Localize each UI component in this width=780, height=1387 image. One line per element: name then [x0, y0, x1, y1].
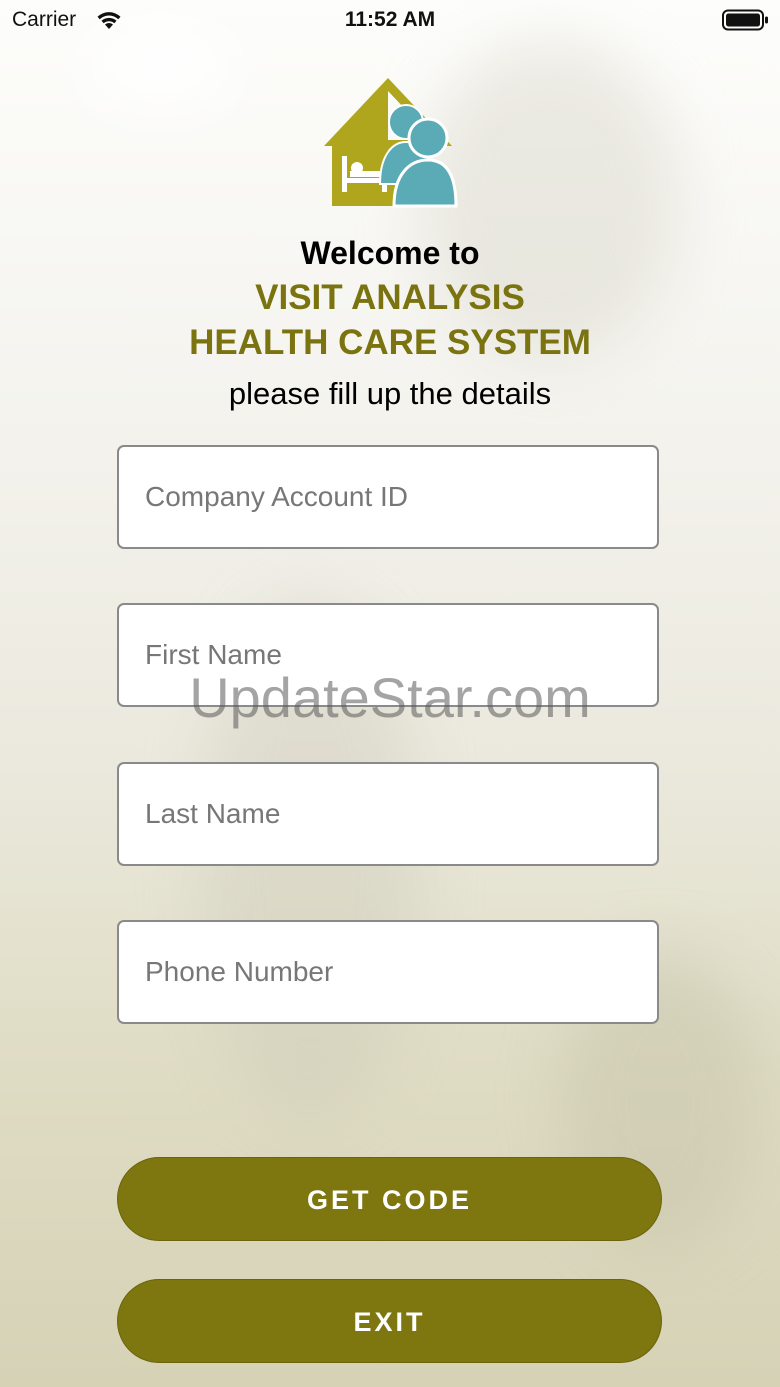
first-name-field[interactable]	[117, 603, 659, 707]
status-bar: Carrier 11:52 AM	[0, 0, 780, 40]
battery-icon	[722, 9, 770, 36]
app-logo	[322, 76, 458, 213]
company-account-id-field[interactable]	[117, 445, 659, 549]
phone-number-field[interactable]	[117, 920, 659, 1024]
get-code-button[interactable]: GET CODE	[117, 1157, 662, 1241]
form-instructions: please fill up the details	[228, 376, 552, 411]
last-name-field[interactable]	[117, 762, 659, 866]
welcome-text: Welcome to	[300, 235, 480, 271]
status-time: 11:52 AM	[344, 8, 436, 31]
app-title-line1: VISIT ANALYSIS	[255, 278, 525, 317]
exit-button[interactable]: EXIT	[117, 1279, 662, 1363]
app-title-line2: HEALTH CARE SYSTEM	[189, 323, 591, 362]
